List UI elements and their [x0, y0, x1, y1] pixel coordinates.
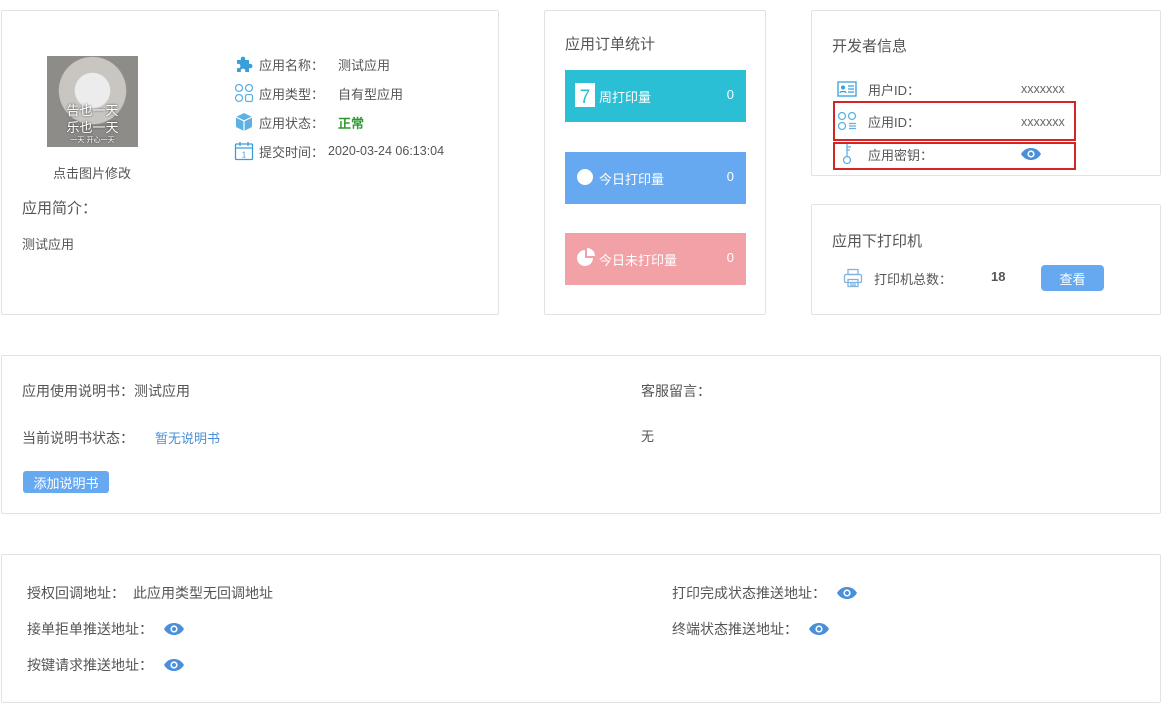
app-status-value: 正常: [338, 115, 365, 131]
app-intro-text: 测试应用: [22, 237, 75, 252]
weekly-print-label: 周打印量: [599, 90, 652, 105]
box-icon: [233, 111, 255, 133]
customer-service-value: 无: [641, 429, 655, 444]
submit-time-row: 1 提交时间： 2020-03-24 06:13:04: [233, 140, 444, 162]
app-type-icon: [233, 82, 255, 104]
app-status-label: 应用状态：: [259, 115, 325, 131]
circle-icon: [575, 165, 595, 189]
auth-callback-row: 授权回调地址： 此应用类型无回调地址: [27, 582, 273, 604]
print-done-callback-label: 打印完成状态推送地址：: [672, 585, 826, 601]
app-intro-label: 应用简介：: [22, 200, 98, 217]
puzzle-icon: [233, 53, 255, 75]
user-id-row: 用户ID：: [836, 74, 920, 104]
app-name-label: 应用名称：: [259, 57, 325, 73]
print-done-callback-row: 打印完成状态推送地址：: [672, 582, 858, 604]
auth-callback-value: 此应用类型无回调地址: [133, 585, 273, 601]
printer-total-label: 打印机总数：: [874, 272, 953, 287]
printer-icon: [842, 267, 864, 289]
manual-status-value: 暂无说明书: [155, 431, 221, 446]
app-name-row: 应用名称： 测试应用: [233, 53, 390, 75]
add-manual-button[interactable]: 添加说明书: [23, 471, 109, 493]
print-done-eye-icon[interactable]: [836, 582, 858, 604]
today-print-stat: 今日打印量 0: [565, 152, 746, 204]
printer-total-value: 18: [991, 269, 1006, 284]
user-id-value: xxxxxxx: [1021, 82, 1065, 96]
today-unprinted-label: 今日未打印量: [599, 253, 678, 268]
app-id-label: 应用ID：: [868, 114, 921, 130]
app-type-value: 自有型应用: [338, 86, 404, 102]
app-id-value: xxxxxxx: [1021, 115, 1065, 129]
calendar-seven-icon: 7: [575, 83, 595, 108]
view-printers-button[interactable]: 查看: [1041, 265, 1104, 291]
submit-time-value: 2020-03-24 06:13:04: [328, 144, 445, 158]
weekly-print-value: 0: [726, 87, 734, 102]
app-type-row: 应用类型： 自有型应用: [233, 82, 403, 104]
svg-text:1: 1: [242, 151, 247, 160]
app-id-icon: [836, 110, 858, 132]
terminal-status-callback-row: 终端状态推送地址：: [672, 618, 830, 640]
terminal-status-callback-label: 终端状态推送地址：: [672, 621, 798, 637]
app-status-row: 应用状态： 正常: [233, 111, 364, 133]
customer-service-label: 客服留言：: [641, 383, 711, 399]
avatar-caption-line2: 乐也一天: [66, 121, 119, 136]
app-secret-eye-icon[interactable]: [1019, 143, 1043, 165]
accept-reject-callback-row: 接单拒单推送地址：: [27, 618, 185, 640]
manual-card: 应用使用说明书：测试应用 当前说明书状态： 暂无说明书 添加说明书 客服留言： …: [1, 355, 1161, 514]
order-stats-title: 应用订单统计: [565, 36, 656, 53]
app-info-card: 告也一天 乐也一天 一天 开心一天 点击图片修改 应用名称： 测试应用 应用类型…: [1, 10, 499, 315]
calendar-icon: 1: [233, 140, 255, 162]
manual-title: 应用使用说明书：测试应用: [22, 383, 190, 399]
developer-info-title: 开发者信息: [832, 38, 908, 55]
accept-reject-eye-icon[interactable]: [163, 618, 185, 640]
manual-status-label: 当前说明书状态：: [22, 430, 134, 446]
key-request-callback-label: 按键请求推送地址：: [27, 657, 153, 673]
key-request-callback-row: 按键请求推送地址：: [27, 654, 185, 676]
id-card-icon: [836, 78, 858, 100]
developer-info-card: 开发者信息 用户ID： xxxxxxx 应用ID： xxxxxxx 应用密钥：: [811, 10, 1161, 176]
key-request-eye-icon[interactable]: [163, 654, 185, 676]
avatar-change-hint[interactable]: 点击图片修改: [36, 163, 148, 182]
app-id-row: 应用ID：: [836, 106, 920, 136]
user-id-label: 用户ID：: [868, 82, 921, 98]
order-stats-card: 应用订单统计 7 周打印量 0 今日打印量 0 今日未打印量 0: [544, 10, 766, 315]
today-print-label: 今日打印量: [599, 172, 665, 187]
key-icon: [836, 143, 858, 165]
app-secret-row: 应用密钥：: [836, 139, 933, 169]
svg-text:7: 7: [580, 87, 591, 107]
app-printers-title: 应用下打印机: [832, 233, 923, 250]
today-unprinted-value: 0: [726, 250, 734, 265]
pie-icon: [575, 246, 595, 270]
terminal-status-eye-icon[interactable]: [808, 618, 830, 640]
avatar-caption-line3: 一天 开心一天: [70, 136, 115, 144]
submit-time-label: 提交时间：: [259, 144, 325, 160]
auth-callback-label: 授权回调地址：: [27, 585, 125, 601]
callback-urls-card: 授权回调地址： 此应用类型无回调地址 接单拒单推送地址： 按键请求推送地址： 打…: [1, 554, 1161, 703]
accept-reject-callback-label: 接单拒单推送地址：: [27, 621, 153, 637]
app-printers-card: 应用下打印机 打印机总数： 18 查看: [811, 204, 1161, 315]
today-unprinted-stat: 今日未打印量 0: [565, 233, 746, 285]
weekly-print-stat: 7 周打印量 0: [565, 70, 746, 122]
today-print-value: 0: [726, 169, 734, 184]
app-avatar-image[interactable]: 告也一天 乐也一天 一天 开心一天: [47, 56, 138, 147]
app-type-label: 应用类型：: [259, 86, 325, 102]
app-secret-label: 应用密钥：: [868, 147, 934, 163]
app-name-value: 测试应用: [338, 57, 391, 73]
